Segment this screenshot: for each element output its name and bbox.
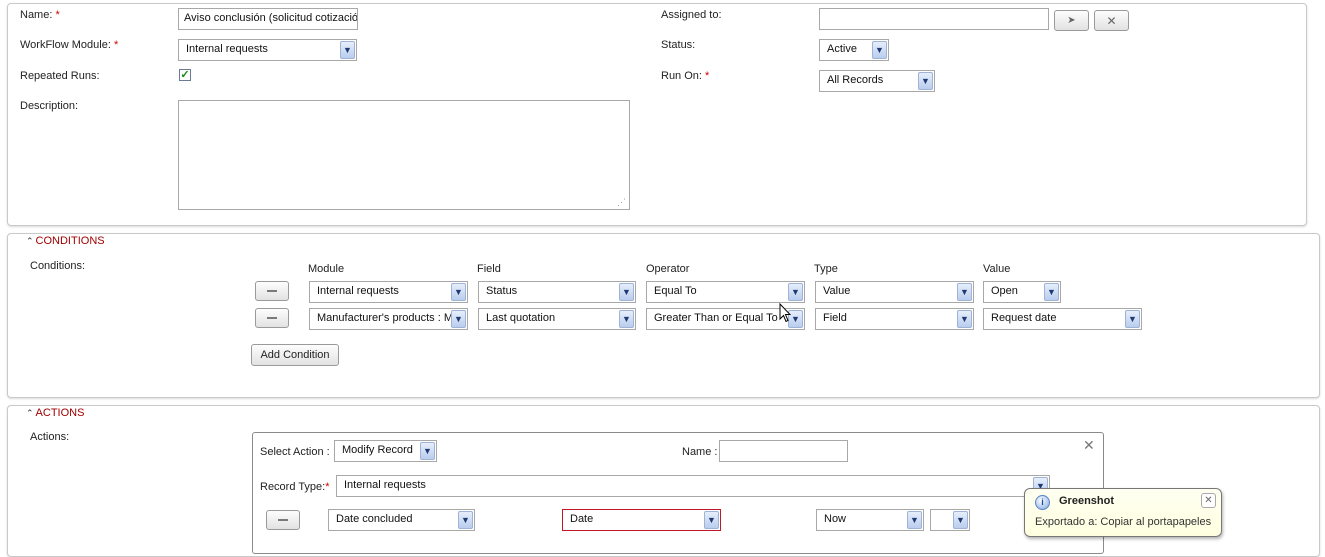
- chevron-down-icon: ▼: [918, 72, 933, 90]
- condition-field-select[interactable]: Status ▼: [478, 281, 636, 303]
- remove-condition-button[interactable]: [255, 308, 289, 328]
- notification-message: Exportado a: Copiar al portapapeles: [1035, 516, 1212, 528]
- chevron-down-icon: ▼: [451, 310, 466, 328]
- action-value-select[interactable]: Now ▼: [816, 509, 924, 531]
- chevron-down-icon: ▼: [957, 283, 972, 301]
- action-type-select[interactable]: Date ▼: [562, 509, 721, 531]
- condition-value-select[interactable]: Open ▼: [983, 281, 1061, 303]
- status-label: Status:: [661, 39, 696, 51]
- actions-header[interactable]: ⌃ ACTIONS: [26, 407, 84, 419]
- workflow-module-label: WorkFlow Module: *: [20, 39, 119, 51]
- condition-type-select[interactable]: Field ▼: [815, 308, 974, 330]
- add-condition-button[interactable]: Add Condition: [251, 344, 339, 366]
- action-name-label: Name :: [682, 446, 718, 458]
- mouse-cursor-icon: [779, 303, 791, 323]
- remove-field-button[interactable]: [266, 510, 300, 530]
- close-action-icon[interactable]: ✕: [1083, 437, 1095, 454]
- chevron-up-icon: ⌃: [26, 408, 34, 418]
- column-header-operator: Operator: [646, 263, 690, 275]
- action-name-field[interactable]: [719, 440, 848, 462]
- assigned-to-label: Assigned to:: [661, 9, 722, 21]
- close-icon: ✕: [1106, 13, 1117, 28]
- chevron-down-icon: ▼: [1044, 283, 1059, 301]
- chevron-down-icon: ▼: [953, 511, 968, 529]
- run-on-select[interactable]: All Records ▼: [819, 70, 935, 92]
- condition-module-select[interactable]: Internal requests ▼: [309, 281, 468, 303]
- repeated-runs-checkbox[interactable]: ✓: [179, 69, 191, 81]
- record-type-select[interactable]: Internal requests ▼: [336, 475, 1050, 497]
- chevron-down-icon: ▼: [451, 283, 466, 301]
- column-header-module: Module: [308, 263, 345, 275]
- description-label: Description:: [20, 100, 79, 112]
- assigned-to-field[interactable]: [819, 8, 1049, 30]
- condition-module-select[interactable]: Manufacturer's products : M ▼: [309, 308, 468, 330]
- status-select[interactable]: Active ▼: [819, 39, 889, 61]
- column-header-field: Field: [477, 263, 501, 275]
- chevron-down-icon: ▼: [788, 283, 803, 301]
- workflow-module-select[interactable]: Internal requests ▼: [178, 39, 357, 61]
- chevron-down-icon: ▼: [619, 283, 634, 301]
- chevron-down-icon: ▼: [872, 41, 887, 59]
- chevron-down-icon: ▼: [704, 511, 719, 529]
- clear-user-button[interactable]: ✕: [1094, 10, 1129, 31]
- chevron-down-icon: ▼: [957, 310, 972, 328]
- chevron-down-icon: ▼: [1125, 310, 1140, 328]
- action-extra-select[interactable]: ▼: [930, 509, 970, 531]
- minus-icon: [267, 317, 277, 319]
- chevron-down-icon: ▼: [619, 310, 634, 328]
- minus-icon: [278, 519, 288, 521]
- actions-label: Actions:: [30, 431, 70, 443]
- select-user-button[interactable]: ➤: [1054, 10, 1089, 31]
- notification-close-button[interactable]: ✕: [1201, 493, 1216, 508]
- greenshot-notification[interactable]: i Greenshot ✕ Exportado a: Copiar al por…: [1024, 488, 1222, 537]
- resize-grip-icon[interactable]: ⋰: [617, 197, 626, 208]
- chevron-up-icon: ⌃: [26, 236, 34, 246]
- chevron-down-icon: ▼: [340, 41, 355, 59]
- minus-icon: [267, 290, 277, 292]
- name-field[interactable]: Aviso conclusión (solicitud cotizació: [178, 8, 358, 30]
- pointer-icon: ➤: [1067, 15, 1076, 26]
- condition-value-select[interactable]: Request date ▼: [983, 308, 1142, 330]
- conditions-header[interactable]: ⌃ CONDITIONS: [26, 235, 105, 247]
- chevron-down-icon: ▼: [458, 511, 473, 529]
- name-label: Name: *: [20, 9, 60, 21]
- chevron-down-icon: ▼: [907, 511, 922, 529]
- chevron-down-icon: ▼: [420, 442, 435, 460]
- description-textarea[interactable]: [178, 100, 630, 210]
- conditions-label: Conditions:: [30, 260, 86, 272]
- condition-type-select[interactable]: Value ▼: [815, 281, 974, 303]
- record-type-label: Record Type:*: [260, 481, 330, 493]
- select-action-label: Select Action :: [260, 446, 330, 458]
- select-action-select[interactable]: Modify Record ▼: [334, 440, 437, 462]
- remove-condition-button[interactable]: [255, 281, 289, 301]
- condition-field-select[interactable]: Last quotation ▼: [478, 308, 636, 330]
- notification-title: Greenshot: [1059, 495, 1115, 507]
- condition-operator-select[interactable]: Equal To ▼: [646, 281, 805, 303]
- action-field-select[interactable]: Date concluded ▼: [328, 509, 475, 531]
- repeated-runs-label: Repeated Runs:: [20, 70, 100, 82]
- column-header-value: Value: [983, 263, 1011, 275]
- info-icon: i: [1035, 495, 1050, 510]
- column-header-type: Type: [814, 263, 838, 275]
- run-on-label: Run On: *: [661, 70, 710, 82]
